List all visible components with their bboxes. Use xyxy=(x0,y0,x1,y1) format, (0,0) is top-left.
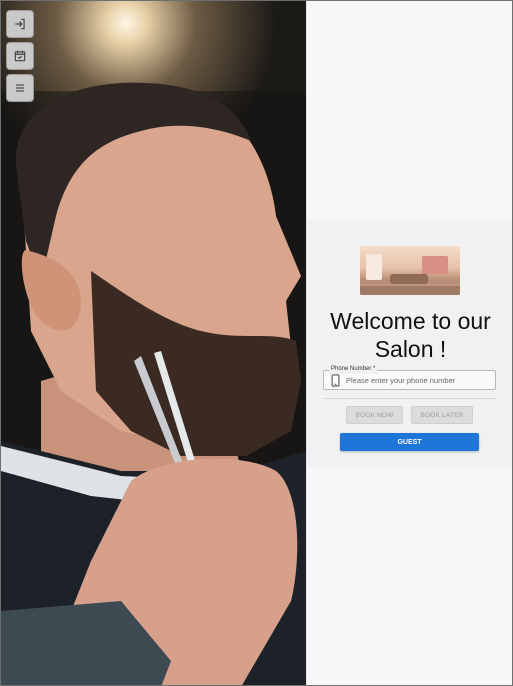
menu-button[interactable] xyxy=(6,74,34,102)
smartphone-icon xyxy=(331,374,340,387)
book-now-button[interactable]: BOOK NOW xyxy=(346,406,403,424)
phone-label: Phone Number * xyxy=(329,365,378,374)
login-icon xyxy=(15,18,25,30)
guest-button[interactable]: GUEST xyxy=(340,433,479,451)
phone-input[interactable] xyxy=(346,374,492,387)
salon-image xyxy=(360,246,460,295)
login-button[interactable] xyxy=(6,10,34,38)
hamburger-menu-icon xyxy=(15,84,25,92)
hero-photo xyxy=(1,1,306,685)
calendar-check-icon xyxy=(14,50,26,62)
phone-field[interactable]: Phone Number * xyxy=(323,365,496,390)
right-panel: Welcome to our Salon ! Phone Number * BO… xyxy=(306,1,512,685)
book-later-button[interactable]: BOOK LATER xyxy=(411,406,473,424)
welcome-card: Welcome to our Salon ! Phone Number * BO… xyxy=(307,219,512,467)
calendar-button[interactable] xyxy=(6,42,34,70)
divider xyxy=(323,398,496,399)
welcome-title: Welcome to our Salon ! xyxy=(330,308,491,362)
app-window: Welcome to our Salon ! Phone Number * BO… xyxy=(0,0,513,686)
